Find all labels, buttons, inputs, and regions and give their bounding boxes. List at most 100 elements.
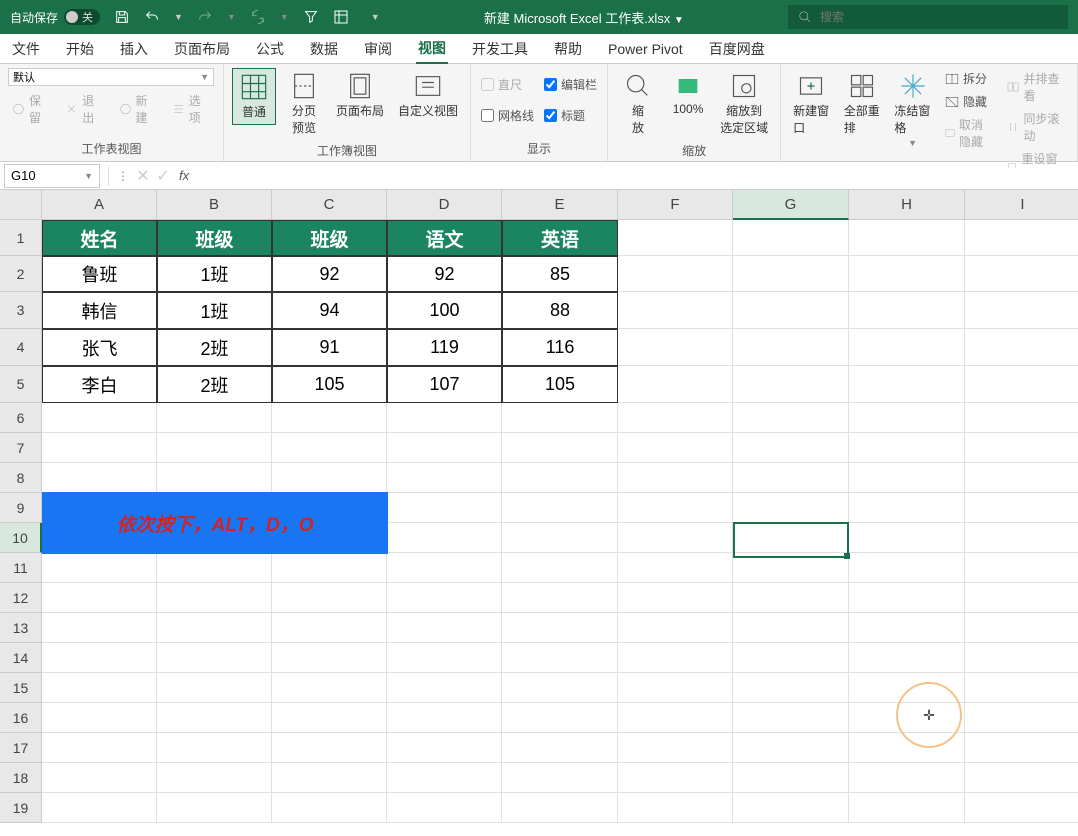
cell[interactable] xyxy=(157,673,272,703)
cell[interactable] xyxy=(387,763,502,793)
cell[interactable] xyxy=(42,463,157,493)
menu-tab-帮助[interactable]: 帮助 xyxy=(552,35,584,63)
cell[interactable] xyxy=(733,463,849,493)
cell[interactable] xyxy=(272,463,387,493)
cell[interactable] xyxy=(733,733,849,763)
cell[interactable] xyxy=(387,523,502,553)
cell[interactable] xyxy=(42,763,157,793)
cell[interactable] xyxy=(157,433,272,463)
cell[interactable] xyxy=(618,256,733,292)
cell[interactable] xyxy=(502,673,618,703)
cell[interactable] xyxy=(965,553,1078,583)
row-head-17[interactable]: 17 xyxy=(0,733,42,763)
sheet-view-dropdown[interactable]: 默认▼ xyxy=(8,68,214,86)
cell[interactable] xyxy=(733,763,849,793)
cell[interactable] xyxy=(502,763,618,793)
zoom-selection-button[interactable]: 缩放到 选定区域 xyxy=(716,68,772,140)
spreadsheet-grid[interactable]: ABCDEFGHI1姓名班级班级语文英语2鲁班1班9292853韩信1班9410… xyxy=(0,190,1078,836)
fx-icon[interactable]: fx xyxy=(179,168,189,183)
cell[interactable] xyxy=(733,613,849,643)
cell[interactable] xyxy=(733,433,849,463)
cell[interactable] xyxy=(733,703,849,733)
menu-tab-审阅[interactable]: 审阅 xyxy=(362,35,394,63)
menu-tab-开始[interactable]: 开始 xyxy=(64,35,96,63)
cell[interactable] xyxy=(733,366,849,403)
cell[interactable] xyxy=(849,793,965,823)
cell[interactable]: 92 xyxy=(387,256,502,292)
cell[interactable] xyxy=(387,493,502,523)
cell[interactable] xyxy=(502,583,618,613)
search-input[interactable] xyxy=(820,10,1058,24)
menu-tab-Power Pivot[interactable]: Power Pivot xyxy=(606,37,685,61)
cell[interactable] xyxy=(965,673,1078,703)
cell[interactable] xyxy=(849,553,965,583)
menu-tab-数据[interactable]: 数据 xyxy=(308,35,340,63)
cell[interactable] xyxy=(502,433,618,463)
col-head-B[interactable]: B xyxy=(157,190,272,220)
cell[interactable] xyxy=(849,292,965,329)
cell[interactable] xyxy=(272,613,387,643)
cell[interactable] xyxy=(272,403,387,433)
cell[interactable] xyxy=(157,703,272,733)
cell[interactable] xyxy=(272,583,387,613)
cell[interactable] xyxy=(157,793,272,823)
row-head-10[interactable]: 10 xyxy=(0,523,42,553)
cell[interactable] xyxy=(157,613,272,643)
menu-tab-百度网盘[interactable]: 百度网盘 xyxy=(707,35,767,63)
cell[interactable] xyxy=(618,553,733,583)
cell[interactable] xyxy=(42,703,157,733)
cell[interactable] xyxy=(965,763,1078,793)
cell[interactable] xyxy=(502,733,618,763)
cell[interactable] xyxy=(387,703,502,733)
cell[interactable] xyxy=(502,403,618,433)
row-head-19[interactable]: 19 xyxy=(0,793,42,823)
cell[interactable] xyxy=(849,366,965,403)
cell[interactable] xyxy=(387,583,502,613)
cell[interactable] xyxy=(272,763,387,793)
cell[interactable] xyxy=(849,433,965,463)
cell[interactable] xyxy=(849,256,965,292)
cell[interactable]: 2班 xyxy=(157,329,272,366)
cell[interactable] xyxy=(502,793,618,823)
cell[interactable] xyxy=(849,329,965,366)
cell[interactable] xyxy=(618,493,733,523)
cell[interactable] xyxy=(965,329,1078,366)
cell[interactable] xyxy=(618,613,733,643)
col-head-C[interactable]: C xyxy=(272,190,387,220)
cell[interactable]: 119 xyxy=(387,329,502,366)
cell[interactable] xyxy=(157,733,272,763)
cell[interactable] xyxy=(733,329,849,366)
row-head-14[interactable]: 14 xyxy=(0,643,42,673)
cell[interactable] xyxy=(965,366,1078,403)
cell[interactable] xyxy=(272,793,387,823)
page-break-button[interactable]: 分页 预览 xyxy=(282,68,326,140)
filter-icon[interactable] xyxy=(303,9,319,25)
cell[interactable] xyxy=(502,523,618,553)
row-head-9[interactable]: 9 xyxy=(0,493,42,523)
cell[interactable] xyxy=(965,583,1078,613)
cell[interactable] xyxy=(965,463,1078,493)
cell[interactable] xyxy=(733,220,849,256)
cell[interactable] xyxy=(502,613,618,643)
cell[interactable]: 语文 xyxy=(387,220,502,256)
cell[interactable] xyxy=(618,673,733,703)
cell[interactable] xyxy=(618,329,733,366)
cell[interactable] xyxy=(618,403,733,433)
cell[interactable] xyxy=(733,403,849,433)
cell[interactable] xyxy=(849,463,965,493)
cell[interactable] xyxy=(502,463,618,493)
row-head-4[interactable]: 4 xyxy=(0,329,42,366)
cell[interactable] xyxy=(965,433,1078,463)
cell[interactable] xyxy=(42,433,157,463)
cell[interactable] xyxy=(502,643,618,673)
cell[interactable] xyxy=(387,793,502,823)
cell[interactable] xyxy=(272,703,387,733)
cell[interactable] xyxy=(849,220,965,256)
gridlines-checkbox[interactable]: 网格线 xyxy=(479,105,536,126)
row-head-12[interactable]: 12 xyxy=(0,583,42,613)
cell[interactable] xyxy=(965,703,1078,733)
cell[interactable] xyxy=(502,703,618,733)
cell[interactable] xyxy=(502,553,618,583)
cell[interactable] xyxy=(42,643,157,673)
cell[interactable] xyxy=(618,523,733,553)
